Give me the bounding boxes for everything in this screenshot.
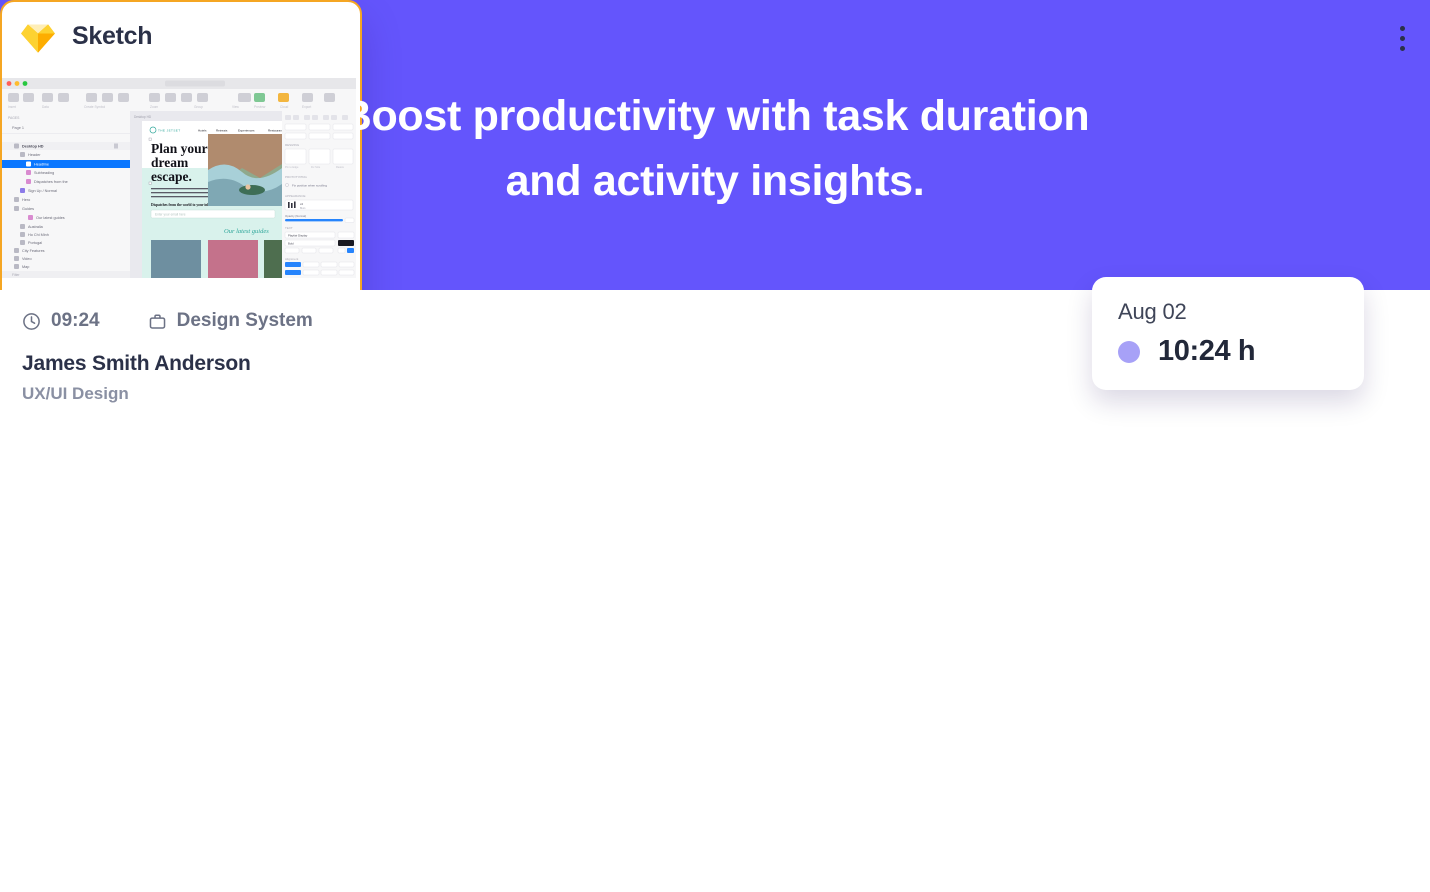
svg-text:Resize: Resize xyxy=(336,165,344,169)
tooltip-date: Aug 02 xyxy=(1118,299,1187,324)
svg-text:Experiences: Experiences xyxy=(238,128,255,132)
sketch-app-name: Sketch xyxy=(72,22,153,50)
svg-text:Our latest guides: Our latest guides xyxy=(224,228,269,235)
svg-text:Sign Up / Normal: Sign Up / Normal xyxy=(28,189,57,193)
svg-text:Opacity (Normal): Opacity (Normal) xyxy=(285,214,306,218)
briefcase-icon xyxy=(148,312,167,331)
svg-text:Filter: Filter xyxy=(12,273,20,277)
svg-text:Zoom: Zoom xyxy=(150,105,158,109)
sketch-card-duration: 09:24 xyxy=(51,310,100,331)
svg-text:PROTOTYPING: PROTOTYPING xyxy=(285,175,307,179)
svg-text:Dispatches from the: Dispatches from the xyxy=(34,180,68,184)
svg-text:Enter your email here: Enter your email here xyxy=(155,213,186,217)
sketch-card-project: Design System xyxy=(176,310,313,331)
tooltip-dot-icon xyxy=(1118,340,1140,363)
svg-text:Desktop HD: Desktop HD xyxy=(134,115,152,119)
svg-text:Ho Chi Minh: Ho Chi Minh xyxy=(28,233,49,237)
svg-text:Map: Map xyxy=(22,265,29,269)
svg-text:escape.: escape. xyxy=(151,169,192,184)
sketch-diamond-icon xyxy=(20,22,56,54)
svg-text:Insert: Insert xyxy=(8,105,16,109)
svg-text:Export: Export xyxy=(302,105,311,109)
svg-text:City Features: City Features xyxy=(22,249,45,253)
svg-text:Hero: Hero xyxy=(22,198,30,202)
svg-text:APPEARANCE: APPEARANCE xyxy=(285,194,306,198)
svg-text:Playfair Display: Playfair Display xyxy=(288,233,308,237)
svg-text:Guides: Guides xyxy=(22,207,34,211)
tooltip-value: 10:24 h xyxy=(1158,335,1256,367)
svg-text:Blurs: Blurs xyxy=(300,207,306,210)
svg-text:Dispatches from the world to y: Dispatches from the world to your inbox. xyxy=(151,203,214,207)
svg-text:Data: Data xyxy=(42,105,49,109)
svg-text:dream: dream xyxy=(151,155,189,170)
svg-text:Page 1: Page 1 xyxy=(12,126,24,130)
poster-stage: Boost productivity with task duration an… xyxy=(0,0,1430,892)
svg-text:RESIZING: RESIZING xyxy=(285,143,300,147)
sketch-activity-card: Sketch Insert Data Create Symbol Zoom Gr… xyxy=(0,0,1430,892)
svg-text:View: View xyxy=(232,105,240,109)
svg-text:Desktop HD: Desktop HD xyxy=(22,145,44,149)
sketch-card-person: James Smith Anderson xyxy=(22,352,251,375)
svg-text:Preview: Preview xyxy=(254,105,266,109)
svg-text:Cloud: Cloud xyxy=(280,105,289,109)
clock-icon xyxy=(22,312,41,331)
chart-tooltip: Aug 02 10:24 h xyxy=(1092,277,1364,390)
svg-text:Header: Header xyxy=(28,153,41,157)
svg-text:Fix Size: Fix Size xyxy=(311,165,321,169)
svg-text:PAGES: PAGES xyxy=(8,116,20,120)
svg-text:Subheading: Subheading xyxy=(34,171,54,175)
svg-text:Bold: Bold xyxy=(288,241,294,245)
svg-text:x4: x4 xyxy=(300,202,303,206)
sketch-app-screenshot: Insert Data Create Symbol Zoom Group View P… xyxy=(2,78,356,278)
tooltip-value-row: 10:24 h xyxy=(1118,335,1256,368)
svg-text:Pin to Edge: Pin to Edge xyxy=(285,165,299,169)
svg-text:Australia: Australia xyxy=(28,225,44,229)
svg-text:Group: Group xyxy=(194,105,203,109)
svg-text:TEXT: TEXT xyxy=(285,226,293,230)
svg-text:Create Symbol: Create Symbol xyxy=(84,105,105,109)
sketch-card-footer: 09:24 Design System James Smith Anderson… xyxy=(0,290,1430,892)
svg-text:Portugal: Portugal xyxy=(28,241,42,245)
svg-text:Hotels: Hotels xyxy=(198,128,207,132)
svg-text:THE JETSET: THE JETSET xyxy=(158,128,181,132)
svg-text:Retreats: Retreats xyxy=(216,128,228,132)
svg-text:Alignment: Alignment xyxy=(285,257,299,261)
svg-text:Headline: Headline xyxy=(34,163,49,167)
sketch-card-header: Sketch xyxy=(0,0,1430,78)
svg-text:Plan your: Plan your xyxy=(151,141,208,156)
svg-text:Video: Video xyxy=(22,257,32,261)
svg-text:Fix position when scrolling: Fix position when scrolling xyxy=(292,183,327,187)
sketch-card-role: UX/UI Design xyxy=(22,384,129,403)
svg-text:Our latest guides: Our latest guides xyxy=(36,216,65,220)
sketch-card-meta: 09:24 Design System xyxy=(22,310,313,332)
